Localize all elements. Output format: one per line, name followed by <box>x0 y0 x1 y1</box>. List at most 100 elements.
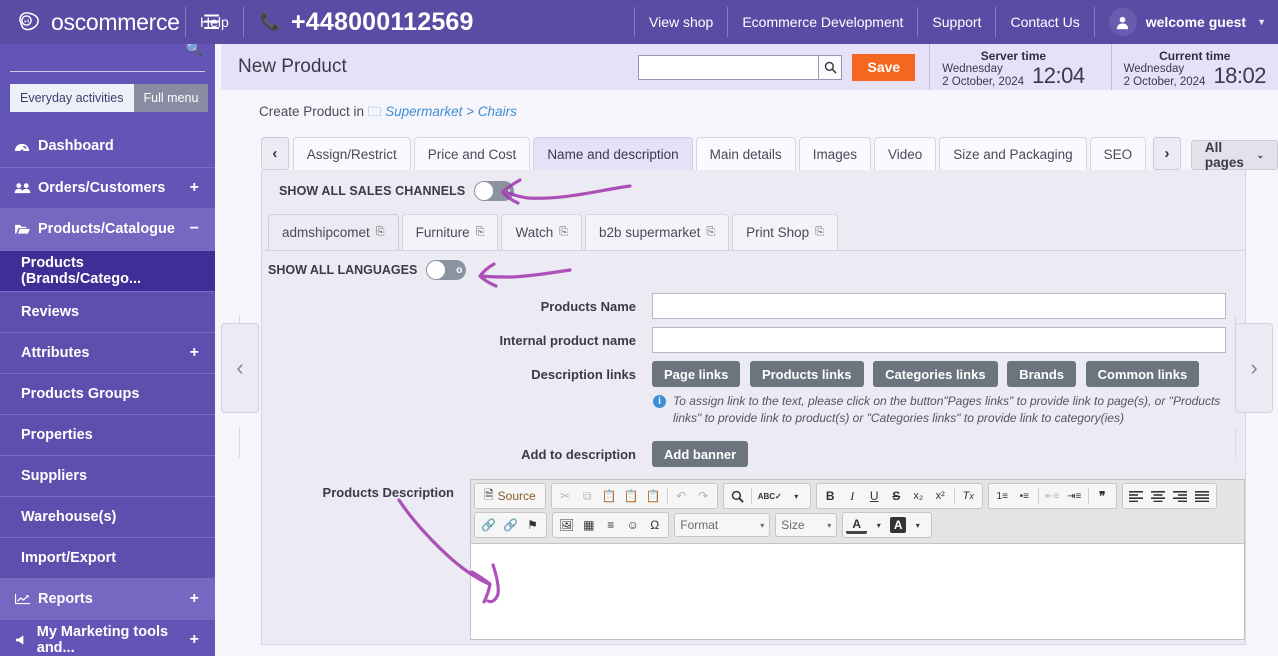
expand-icon[interactable]: + <box>190 344 199 362</box>
tab-size-and-packaging[interactable]: Size and Packaging <box>939 137 1087 170</box>
undo-icon[interactable]: ↶ <box>671 486 692 506</box>
sidebar-search[interactable]: 🔍 <box>10 44 205 72</box>
numbered-list-icon[interactable]: 1≡ <box>992 486 1013 506</box>
copy-icon[interactable]: ⧉ <box>577 486 598 506</box>
align-right-icon[interactable] <box>1170 486 1191 506</box>
sidebar-item-dashboard[interactable]: Dashboard <box>0 126 215 168</box>
blockquote-icon[interactable]: ❞ <box>1092 486 1113 506</box>
bulleted-list-icon[interactable]: •≡ <box>1014 486 1035 506</box>
products-name-input[interactable] <box>652 293 1226 319</box>
remove-format-icon[interactable]: Tx <box>958 486 979 506</box>
unlink-icon[interactable]: 🔗 <box>500 515 521 535</box>
view-shop-link[interactable]: View shop <box>635 0 727 44</box>
brands-button[interactable]: Brands <box>1007 361 1076 387</box>
paste-icon[interactable]: 📋 <box>599 486 620 506</box>
copy-icon[interactable]: ⎘ <box>376 226 385 239</box>
add-banner-button[interactable]: Add banner <box>652 441 749 467</box>
cut-icon[interactable]: ✂ <box>555 486 576 506</box>
copy-icon[interactable]: ⎘ <box>706 226 715 239</box>
sidebar-item-attributes[interactable]: Attributes + <box>0 332 215 374</box>
channel-tab-b2b-supermarket[interactable]: b2b supermarket ⎘ <box>585 214 730 250</box>
sidebar-item-products-catalogue[interactable]: Products/Catalogue − <box>0 209 215 251</box>
channel-tab-furniture[interactable]: Furniture ⎘ <box>401 214 499 250</box>
collapse-icon[interactable]: − <box>190 220 199 238</box>
image-icon[interactable]: 🖼 <box>556 515 577 535</box>
copy-icon[interactable]: ⎘ <box>559 226 568 239</box>
sidebar-item-reviews[interactable]: Reviews <box>0 291 215 333</box>
common-links-button[interactable]: Common links <box>1085 361 1200 387</box>
tab-assign-restrict[interactable]: Assign/Restrict <box>292 137 411 170</box>
superscript-icon[interactable]: x² <box>930 486 951 506</box>
subscript-icon[interactable]: x₂ <box>908 486 929 506</box>
help-link[interactable]: Help <box>186 0 243 44</box>
paste-text-icon[interactable]: 📋 <box>621 486 642 506</box>
spellcheck-icon[interactable]: ABC✓ <box>755 486 785 506</box>
special-character-icon[interactable]: Ω <box>644 515 665 535</box>
table-icon[interactable]: ▦ <box>578 515 599 535</box>
carousel-next-button[interactable]: › <box>1235 323 1273 413</box>
source-button[interactable]: 🗎 Source <box>478 486 542 506</box>
sidebar-item-marketing-tools[interactable]: My Marketing tools and... + <box>0 620 215 656</box>
expand-icon[interactable]: + <box>190 590 199 608</box>
save-button[interactable]: Save <box>852 53 916 81</box>
chevron-down-icon[interactable]: ▾ <box>868 515 889 535</box>
redo-icon[interactable]: ↷ <box>693 486 714 506</box>
strikethrough-icon[interactable]: S <box>886 486 907 506</box>
editor-content-area[interactable] <box>471 543 1244 639</box>
search-button[interactable] <box>818 54 843 80</box>
format-select[interactable]: Format ▾ <box>674 513 771 537</box>
background-color-icon[interactable]: A <box>890 517 907 533</box>
everyday-activities-button[interactable]: Everyday activities <box>10 84 134 112</box>
sidebar-item-properties[interactable]: Properties <box>0 414 215 456</box>
copy-icon[interactable]: ⎘ <box>476 226 485 239</box>
brand-logo-area[interactable]: v4 oscommerce ☰ <box>0 0 221 44</box>
user-menu[interactable]: welcome guest ▼ <box>1095 0 1278 44</box>
size-select[interactable]: Size ▾ <box>775 513 838 537</box>
show-all-languages-toggle[interactable]: o <box>426 260 467 280</box>
smiley-icon[interactable]: ☺ <box>622 515 643 535</box>
sidebar-item-products[interactable]: Products (Brands/Catego... <box>0 250 215 292</box>
tab-seo[interactable]: SEO <box>1089 137 1147 170</box>
full-menu-button[interactable]: Full menu <box>133 84 209 112</box>
internal-product-name-input[interactable] <box>652 327 1226 353</box>
tab-images[interactable]: Images <box>798 137 871 170</box>
underline-icon[interactable]: U <box>864 486 885 506</box>
breadcrumb-subcategory[interactable]: Chairs <box>478 104 517 119</box>
channel-tab-print-shop[interactable]: Print Shop ⎘ <box>732 214 839 250</box>
tabs-next-button[interactable]: › <box>1153 137 1181 170</box>
ecommerce-development-link[interactable]: Ecommerce Development <box>728 0 917 44</box>
italic-icon[interactable]: I <box>842 486 863 506</box>
show-all-sales-channels-toggle[interactable]: o <box>474 181 515 201</box>
categories-links-button[interactable]: Categories links <box>873 361 998 387</box>
anchor-icon[interactable]: ⚑ <box>522 515 543 535</box>
spellcheck-dropdown-icon[interactable]: ▾ <box>786 486 807 506</box>
tab-main-details[interactable]: Main details <box>695 137 796 170</box>
indent-icon[interactable]: ⇥≡ <box>1064 486 1085 506</box>
all-pages-dropdown[interactable]: All pages ⌄ <box>1190 140 1278 170</box>
channel-tab-watch[interactable]: Watch ⎘ <box>501 214 583 250</box>
sidebar-item-orders-customers[interactable]: Orders/Customers + <box>0 168 215 209</box>
copy-icon[interactable]: ⎘ <box>815 226 824 239</box>
chevron-down-icon[interactable]: ▾ <box>907 515 928 535</box>
breadcrumb-category[interactable]: Supermarket <box>385 104 462 119</box>
products-links-button[interactable]: Products links <box>749 361 864 387</box>
justify-icon[interactable] <box>1192 486 1213 506</box>
tab-video[interactable]: Video <box>873 137 937 170</box>
channel-tab-admshipcomet[interactable]: admshipcomet ⎘ <box>268 214 399 250</box>
outdent-icon[interactable]: ⇤≡ <box>1042 486 1063 506</box>
carousel-prev-button[interactable]: ‹ <box>221 323 259 413</box>
tabs-prev-button[interactable]: ‹ <box>261 137 289 170</box>
sidebar-item-import-export[interactable]: Import/Export <box>0 537 215 579</box>
find-icon[interactable] <box>727 486 748 506</box>
expand-icon[interactable]: + <box>190 631 199 649</box>
contact-us-link[interactable]: Contact Us <box>996 0 1093 44</box>
tab-name-and-description[interactable]: Name and description <box>533 137 693 170</box>
sidebar-item-suppliers[interactable]: Suppliers <box>0 455 215 497</box>
page-links-button[interactable]: Page links <box>652 361 741 387</box>
sidebar-item-warehouses[interactable]: Warehouse(s) <box>0 496 215 538</box>
link-icon[interactable]: 🔗 <box>478 515 499 535</box>
tab-price-and-cost[interactable]: Price and Cost <box>413 137 531 170</box>
bold-icon[interactable]: B <box>820 486 841 506</box>
phone-number-area[interactable]: 📞 +448000112569 <box>244 0 490 44</box>
expand-icon[interactable]: + <box>190 179 199 197</box>
